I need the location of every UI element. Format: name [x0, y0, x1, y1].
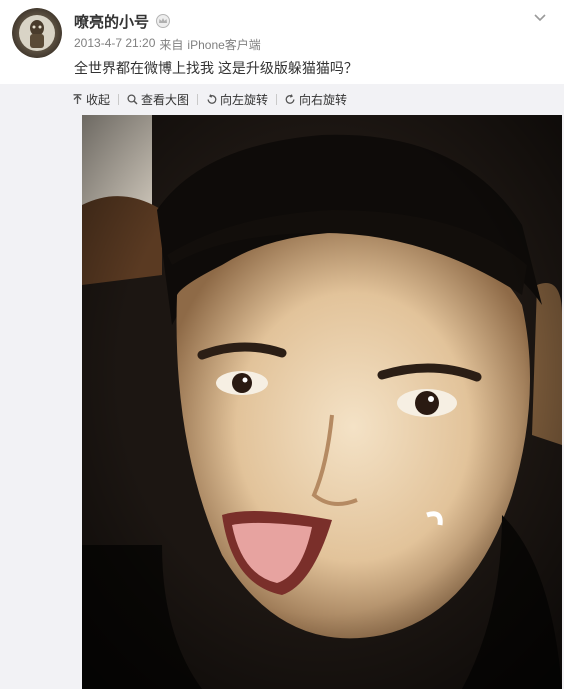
toolbar-divider: [197, 93, 199, 105]
chevron-down-icon[interactable]: [534, 14, 546, 22]
source-link[interactable]: iPhone客户端: [187, 36, 260, 53]
rotate-left-label: 向左旋转: [220, 92, 269, 107]
rotate-right-label: 向右旋转: [299, 92, 348, 107]
rotate-left-icon: [207, 93, 217, 104]
collapse-button[interactable]: 收起: [72, 91, 110, 108]
image-toolbar: 收起 查看大图 向左旋转 向右旋转: [72, 89, 347, 109]
search-icon: [127, 93, 138, 105]
crown-icon[interactable]: [155, 14, 171, 28]
toolbar-divider: [276, 93, 278, 105]
rotate-right-button[interactable]: 向右旋转: [285, 91, 347, 108]
post-header: 嘹亮的小号 2013-4-7 21:20 来自 iPhone客户端 全世界都在微…: [0, 0, 564, 84]
rotate-left-button[interactable]: 向左旋转: [206, 91, 268, 108]
rotate-right-icon: [285, 93, 295, 104]
source-prefix: 来自: [159, 38, 184, 52]
collapse-icon: [73, 93, 82, 104]
media-panel: 收起 查看大图 向左旋转 向右旋转: [0, 84, 564, 689]
post-meta: 2013-4-7 21:20 来自 iPhone客户端: [74, 36, 261, 53]
collapse-label: 收起: [86, 92, 111, 107]
view-large-button[interactable]: 查看大图: [127, 91, 189, 108]
username[interactable]: 嘹亮的小号: [74, 11, 149, 32]
avatar[interactable]: [12, 8, 62, 58]
timestamp[interactable]: 2013-4-7 21:20: [74, 36, 155, 53]
post-text: 全世界都在微博上找我 这是升级版躲猫猫吗？: [74, 60, 358, 76]
toolbar-divider: [118, 93, 120, 105]
view-large-label: 查看大图: [141, 92, 190, 107]
username-row: 嘹亮的小号: [74, 10, 171, 32]
post-photo[interactable]: [82, 115, 562, 689]
